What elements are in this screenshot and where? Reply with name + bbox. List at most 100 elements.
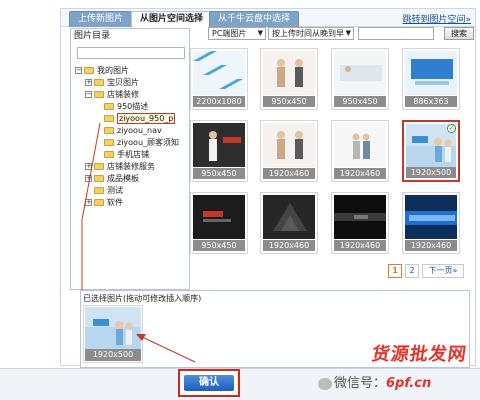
folder-icon	[94, 187, 104, 194]
folder-node[interactable]: − 店铺装修	[75, 89, 189, 101]
filter-bar: PC端图片 ▼ 按上传时间从晚到早 ▼ 搜索	[208, 27, 474, 41]
folder-label: 手机店铺	[117, 150, 149, 159]
image-thumbnail	[193, 123, 245, 167]
thumbnail-art	[334, 195, 386, 239]
image-size-label: 950x450	[193, 168, 245, 179]
expand-icon[interactable]: +	[85, 175, 92, 182]
folder-label: 软件	[107, 198, 123, 207]
folder-icon	[94, 175, 104, 182]
confirm-button-highlight[interactable]: 确认	[178, 369, 240, 397]
image-tile[interactable]: 950x450	[260, 48, 318, 110]
image-thumbnail	[405, 51, 457, 95]
thumbnail-art	[405, 51, 457, 95]
folder-icon	[104, 151, 114, 158]
image-tile[interactable]: 886x363	[402, 48, 460, 110]
image-tile[interactable]: 950x450	[190, 120, 248, 182]
watermark-brand: 货源批发网	[370, 344, 469, 365]
image-tile[interactable]: 1920x500 ✓	[402, 120, 460, 182]
image-tile[interactable]: 1920x460	[260, 192, 318, 254]
image-thumbnail	[334, 51, 386, 95]
folder-node[interactable]: 950描述	[75, 101, 189, 113]
thumbnail-art	[405, 195, 457, 239]
folder-node[interactable]: + 成品模板	[75, 173, 189, 185]
image-tile[interactable]: 1920x460	[331, 192, 389, 254]
folder-node[interactable]: ziyoou_950_p	[75, 113, 189, 125]
collapse-icon[interactable]: −	[85, 91, 92, 98]
wechat-icon	[318, 377, 332, 390]
image-size-label: 1920x460	[405, 240, 457, 251]
thumbnail-art	[193, 123, 245, 167]
expand-icon[interactable]: +	[85, 79, 92, 86]
tabs-bar: 上传新图片 从图片空间选择 从千牛云盘中选择 跳转到图片空间»	[61, 9, 475, 28]
folder-icon	[84, 67, 94, 74]
folder-node[interactable]: ziyoou_顾客须知	[75, 137, 189, 149]
image-tile[interactable]: 950x450	[190, 192, 248, 254]
thumbnail-art	[334, 51, 386, 95]
image-tile[interactable]: 950x450	[331, 48, 389, 110]
folder-icon	[94, 163, 104, 170]
folder-icon	[104, 139, 114, 146]
confirm-button[interactable]: 确认	[184, 375, 234, 391]
expand-icon[interactable]: +	[85, 199, 92, 206]
thumbnail-art	[193, 195, 245, 239]
image-size-label: 1920x460	[334, 168, 386, 179]
image-tile[interactable]: 1920x460	[260, 120, 318, 182]
folder-label: 店铺装修服务	[107, 162, 155, 171]
folder-label: 测试	[107, 186, 123, 195]
selected-image-item[interactable]: 1920x500	[83, 305, 143, 363]
tab-upload[interactable]: 上传新图片	[69, 11, 133, 27]
folder-node[interactable]: + 店铺装修服务	[75, 161, 189, 173]
page-current[interactable]: 1	[388, 264, 402, 278]
expand-icon[interactable]: +	[85, 163, 92, 170]
image-search-input[interactable]	[358, 27, 434, 40]
folder-node[interactable]: − 我的图片	[75, 65, 189, 77]
image-tile[interactable]: 1920x460	[402, 192, 460, 254]
folder-node[interactable]: + 软件	[75, 197, 189, 209]
page-2-link[interactable]: 2	[405, 264, 419, 278]
banner-thumbnail-art	[85, 307, 141, 349]
image-type-select[interactable]: PC端图片 ▼	[208, 27, 266, 40]
folder-label: 成品模板	[107, 174, 139, 183]
folder-search-input[interactable]	[77, 47, 185, 59]
folder-label: 950描述	[117, 102, 149, 111]
selected-image-size: 1920x500	[85, 349, 141, 361]
folder-icon	[94, 79, 104, 86]
folder-node[interactable]: 测试	[75, 185, 189, 197]
tab-image-space[interactable]: 从图片空间选择	[131, 11, 213, 28]
image-size-label: 1920x460	[334, 240, 386, 251]
folder-icon	[104, 127, 114, 134]
folder-icon	[104, 103, 114, 110]
selected-section-title: 已选择图片(拖动可修改插入顺序)	[83, 294, 202, 303]
image-size-label: 1920x460	[263, 168, 315, 179]
folder-tree: − 我的图片 + 宝贝图片 − 店铺装修 950描述 ziyoou_950_p ziyoou_n…	[75, 65, 189, 209]
chevron-down-icon: ▼	[345, 29, 351, 37]
image-type-value: PC端图片	[212, 29, 247, 38]
goto-image-space-link[interactable]: 跳转到图片空间»	[402, 12, 471, 25]
image-tile[interactable]: 1920x460	[331, 120, 389, 182]
image-thumbnail	[193, 195, 245, 239]
image-size-label: 886x363	[405, 96, 457, 107]
image-thumbnail	[334, 123, 386, 167]
folder-node[interactable]: ziyoou_nav	[75, 125, 189, 137]
image-thumbnail	[263, 123, 315, 167]
collapse-icon[interactable]: −	[75, 67, 82, 74]
checkmark-icon: ✓	[447, 124, 456, 133]
search-button[interactable]: 搜索	[444, 27, 474, 40]
image-thumbnail	[263, 51, 315, 95]
image-tile[interactable]: 2200x1080	[190, 48, 248, 110]
chevron-down-icon: ▼	[257, 29, 263, 37]
thumbnail-art	[334, 123, 386, 167]
image-size-label: 1920x460	[263, 240, 315, 251]
folder-panel: 图片目录 − 我的图片 + 宝贝图片 − 店铺装修 950描述 ziyoou_950_p ziy…	[70, 28, 190, 290]
folder-label: ziyoou_950_p	[117, 113, 176, 124]
next-page-link[interactable]: 下一页»	[422, 264, 464, 278]
folder-node[interactable]: + 宝贝图片	[75, 77, 189, 89]
image-size-label: 950x450	[193, 240, 245, 251]
sort-select[interactable]: 按上传时间从晚到早 ▼	[268, 27, 354, 40]
image-thumbnail	[334, 195, 386, 239]
folder-node[interactable]: 手机店铺	[75, 149, 189, 161]
thumbnail-art	[263, 51, 315, 95]
image-size-label: 1920x500	[406, 167, 456, 178]
tab-cloud-disk[interactable]: 从千牛云盘中选择	[209, 11, 300, 27]
folder-label: ziyoou_顾客须知	[117, 138, 180, 147]
